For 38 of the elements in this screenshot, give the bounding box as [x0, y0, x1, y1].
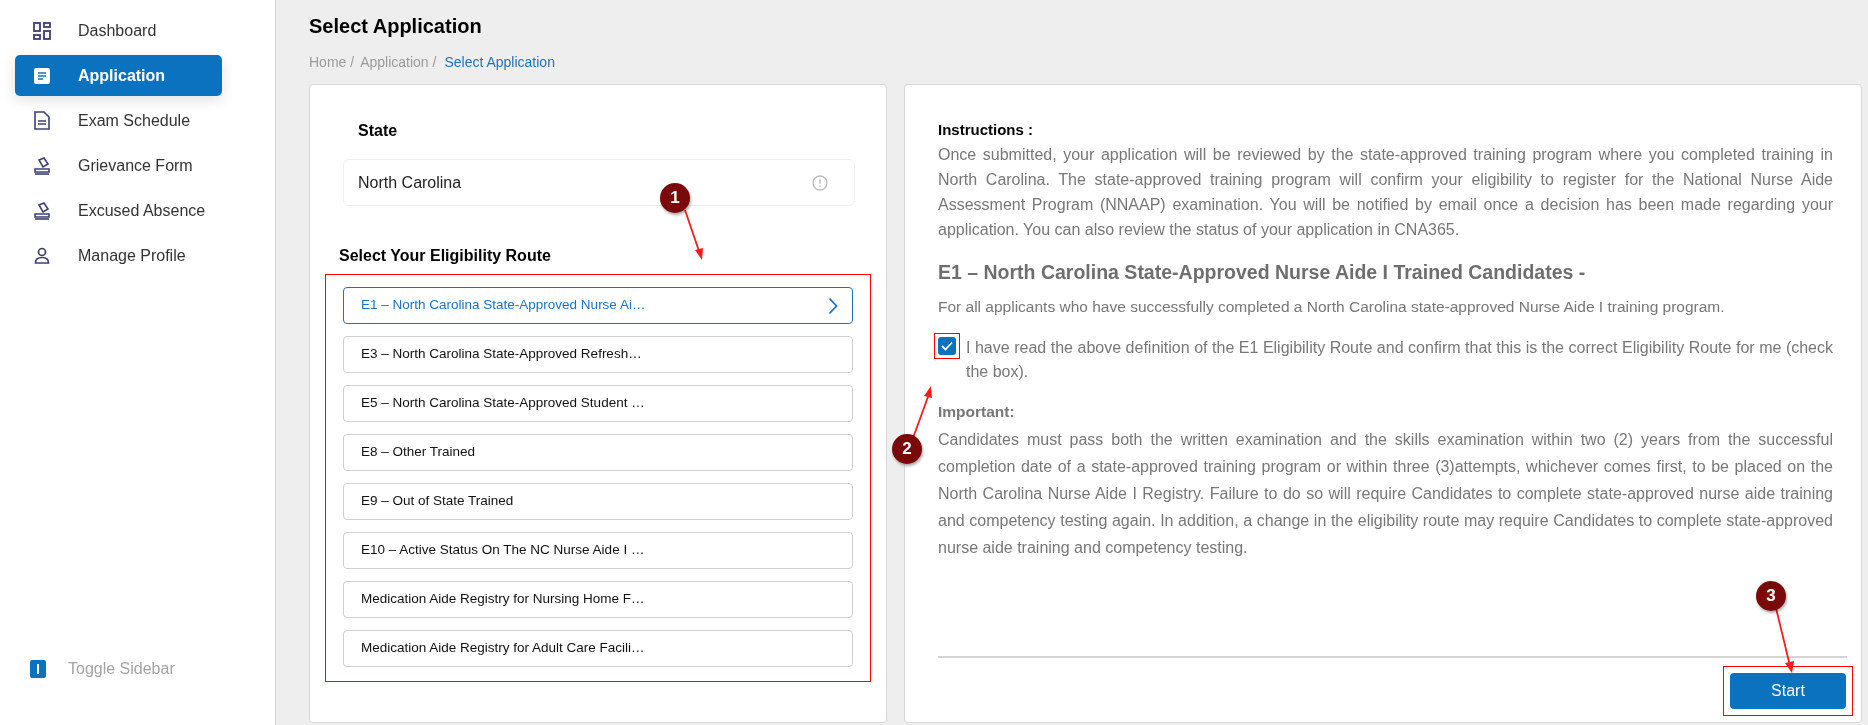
sidebar-item[interactable]: Dashboard	[15, 10, 222, 51]
route-description: For all applicants who have successfully completed a North Carolina state-approved Nurse Aide I training program.	[938, 297, 1726, 317]
toggle-icon	[30, 660, 46, 678]
route-option[interactable]: E3 – North Carolina State-Approved Refresh…	[343, 336, 853, 373]
chevron-right-icon	[828, 296, 838, 315]
document-icon	[33, 66, 51, 85]
important-text: Candidates must pass both the written examination and the skills examination within two (2) years from the successful completion date of a state-approved training program or within three (3)attempts, whichever comes first, to be placed on the North Carolina Nurse Aide I Registry. Failure to do so will require Candidates to complete state-approved nurse aide training and competency testing again. In addition, a change in the eligibility route may require Candidates to complete state-approved nurse aide training and competency testing.	[938, 430, 1834, 558]
document-icon	[34, 111, 50, 130]
route-option[interactable]: E10 – Active Status On The NC Nurse Aide I …	[343, 532, 853, 569]
breadcrumb-link[interactable]: Select Application	[444, 54, 555, 70]
stamp-icon	[33, 201, 51, 220]
instructions-heading: Instructions :	[938, 120, 1034, 140]
instructions-text: Once submitted, your application will be reviewed by the state-approved training program where you completed training in North Carolina. The state-approved training program will confirm your eligibility to register for the National Nurse Aide Assessment Program (NNAAP) examination. You will be notified by email once a decision has been made regarding your application. You can also review the status of your application in CNA365.	[938, 145, 1834, 240]
sidebar-item[interactable]: Manage Profile	[15, 235, 222, 276]
sidebar-item[interactable]: Excused Absence	[15, 190, 222, 231]
callout-number: 2	[892, 434, 922, 464]
eligibility-route-heading: Select Your Eligibility Route	[338, 246, 552, 266]
route-option[interactable]: E1 – North Carolina State-Approved Nurse Ai…	[343, 287, 853, 324]
confirmation-text: I have read the above definition of the E1 Eligibility Route and confirm that this is the correct Eligibility Route for me (check the box).	[966, 338, 1833, 382]
route-option[interactable]: E8 – Other Trained	[343, 434, 853, 471]
important-heading: Important:	[938, 402, 1016, 422]
info-icon	[812, 174, 828, 191]
sidebar-item[interactable]: Grievance Form	[15, 145, 222, 186]
route-heading: E1 – North Carolina State-Approved Nurse Aide I Trained Candidates -	[938, 260, 1587, 284]
person-icon	[34, 247, 50, 264]
stamp-icon	[33, 156, 51, 175]
annotation-arrow	[683, 208, 705, 262]
route-option[interactable]: Medication Aide Registry for Adult Care Facili…	[343, 630, 853, 667]
route-option[interactable]: E9 – Out of State Trained	[343, 483, 853, 520]
route-option[interactable]: E5 – North Carolina State-Approved Student …	[343, 385, 853, 422]
route-option[interactable]: Medication Aide Registry for Nursing Home F…	[343, 581, 853, 618]
state-label: State	[357, 121, 399, 141]
sidebar-item[interactable]: Exam Schedule	[15, 100, 222, 141]
checkmark-icon	[941, 341, 953, 351]
start-button[interactable]: Start	[1730, 673, 1846, 709]
dashboard-icon	[33, 21, 51, 40]
sidebar-item[interactable]: Application	[15, 55, 222, 96]
page-title: Select Application	[309, 14, 483, 38]
